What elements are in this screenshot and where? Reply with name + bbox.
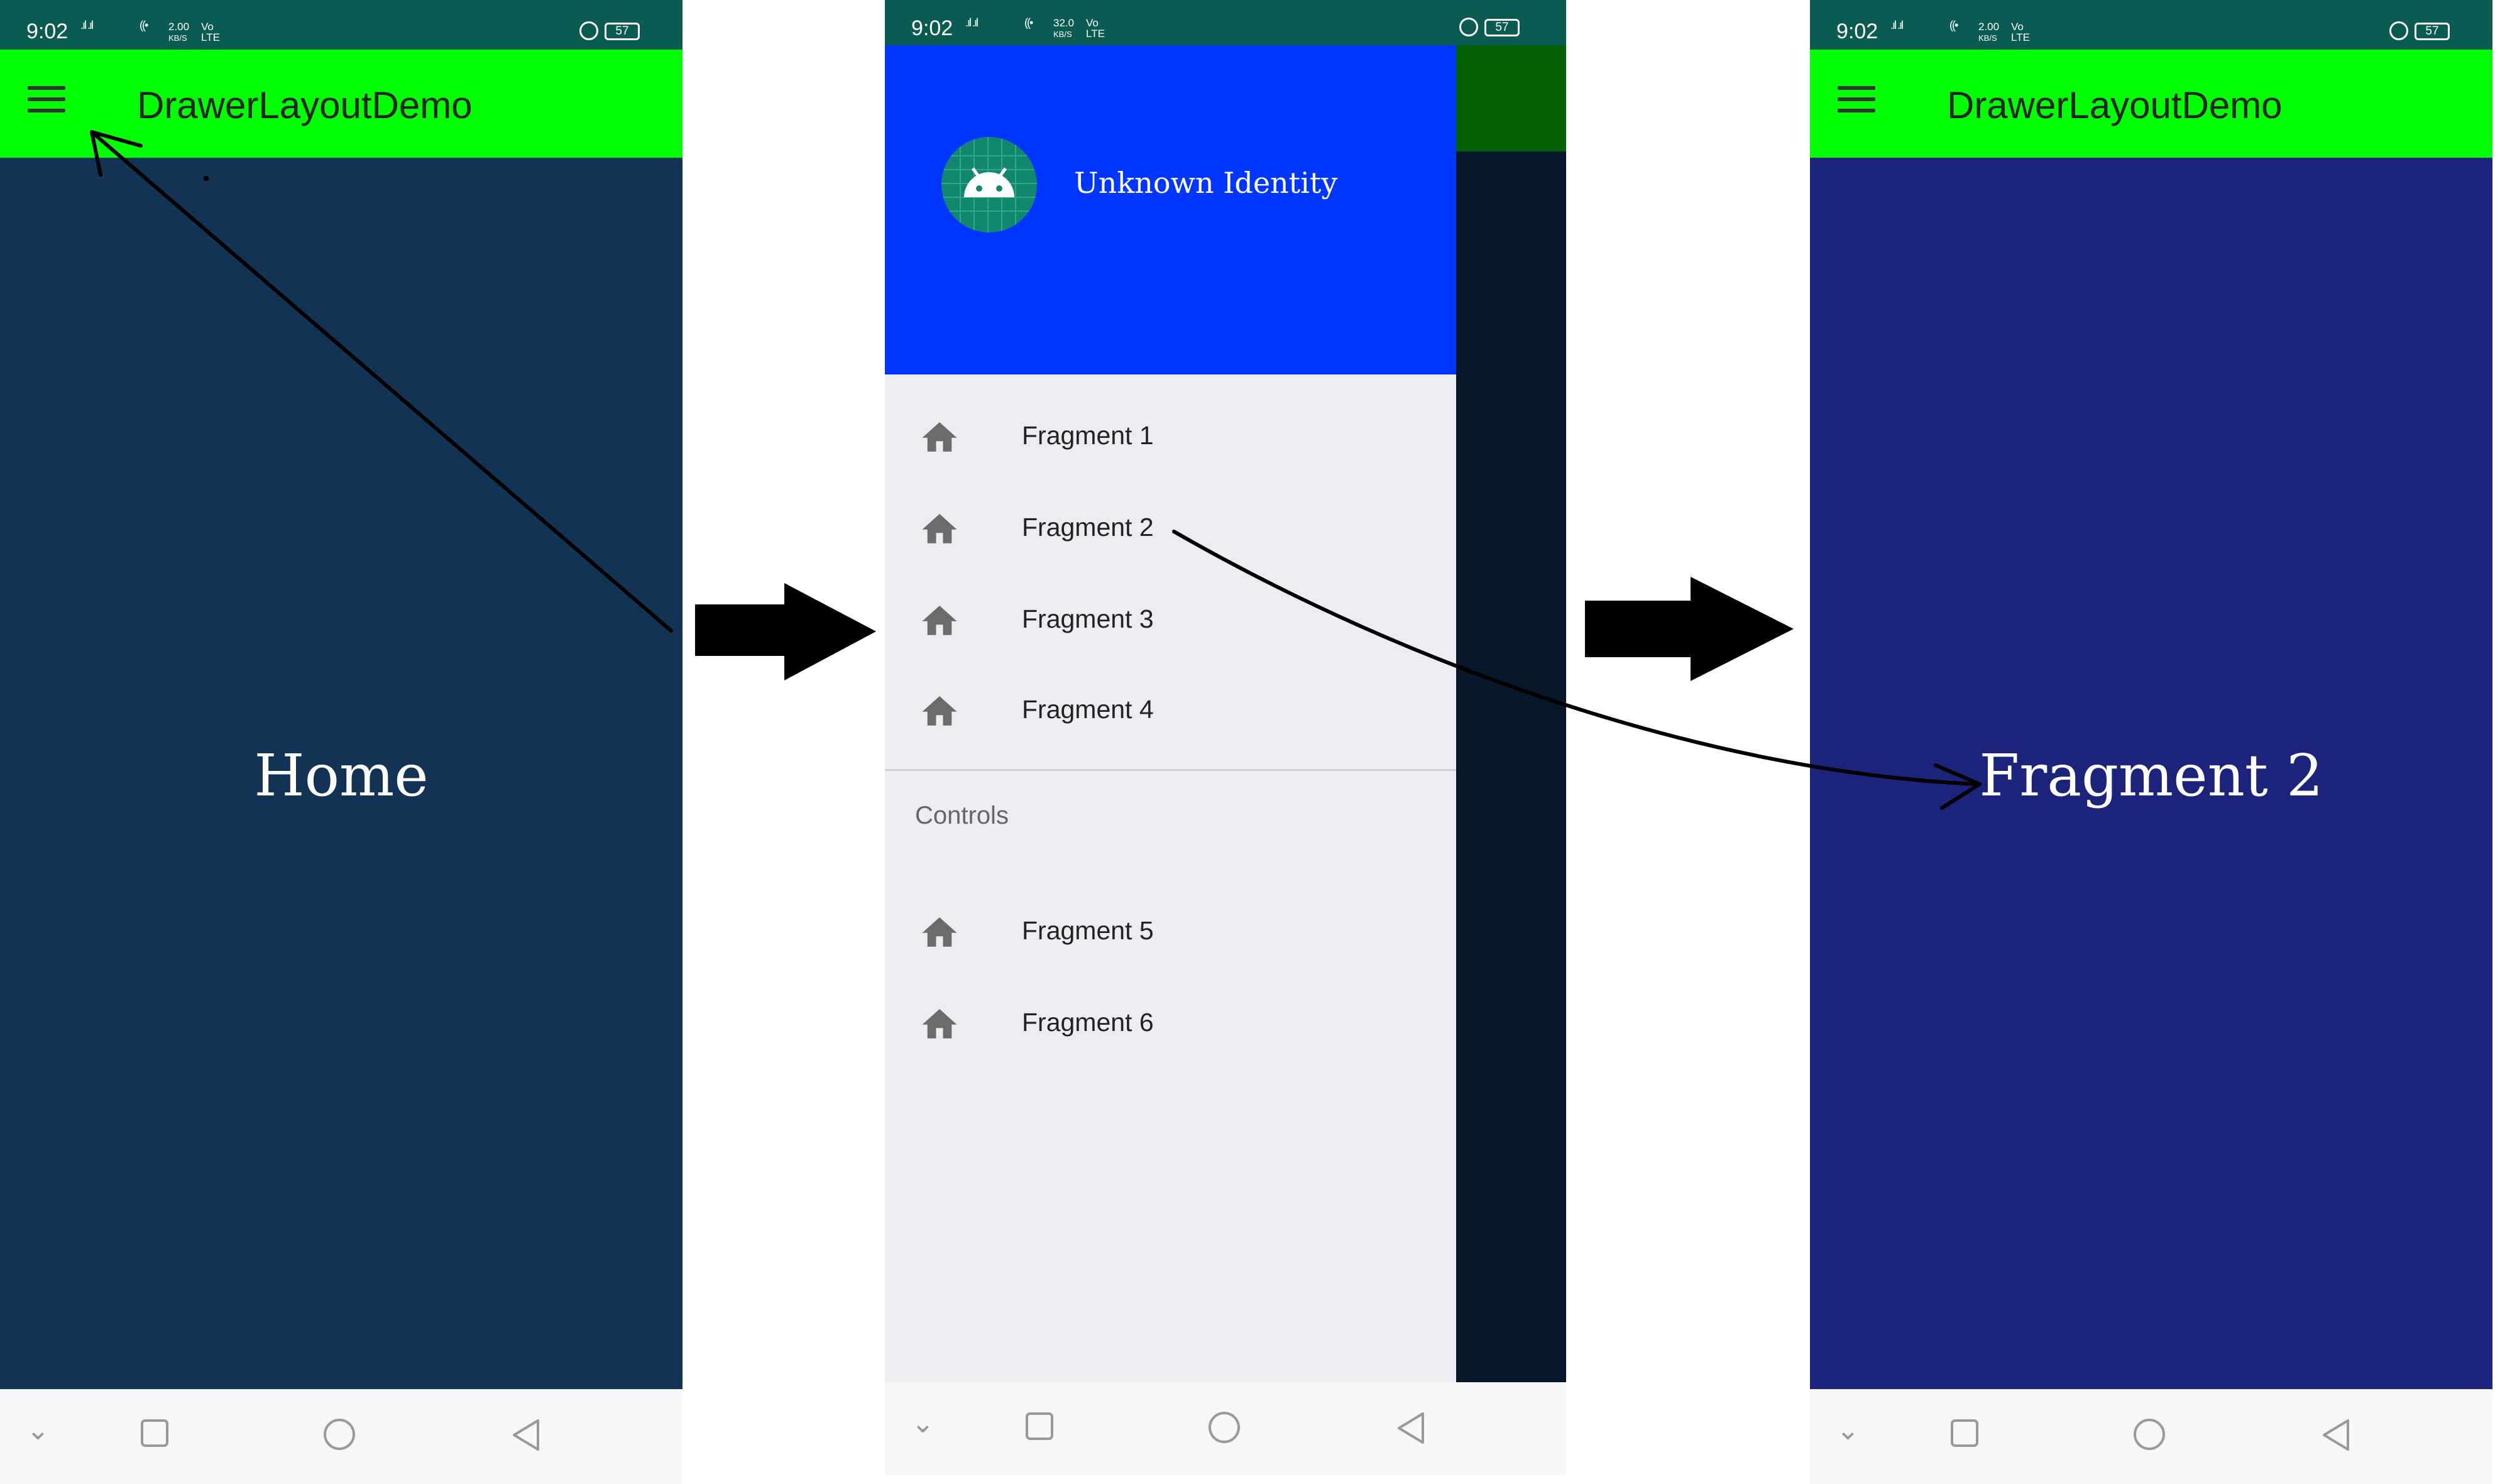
block-arrow-right-2 (1585, 577, 1794, 681)
annotation-curve-fragment2 (1172, 530, 1979, 786)
annotation-dot (204, 176, 209, 181)
annotation-overlay (90, 130, 1982, 810)
block-arrow-right-1 (695, 583, 876, 680)
annotation-line-menu (90, 130, 673, 633)
annotation-arrowhead-fragment2 (1934, 763, 1982, 810)
